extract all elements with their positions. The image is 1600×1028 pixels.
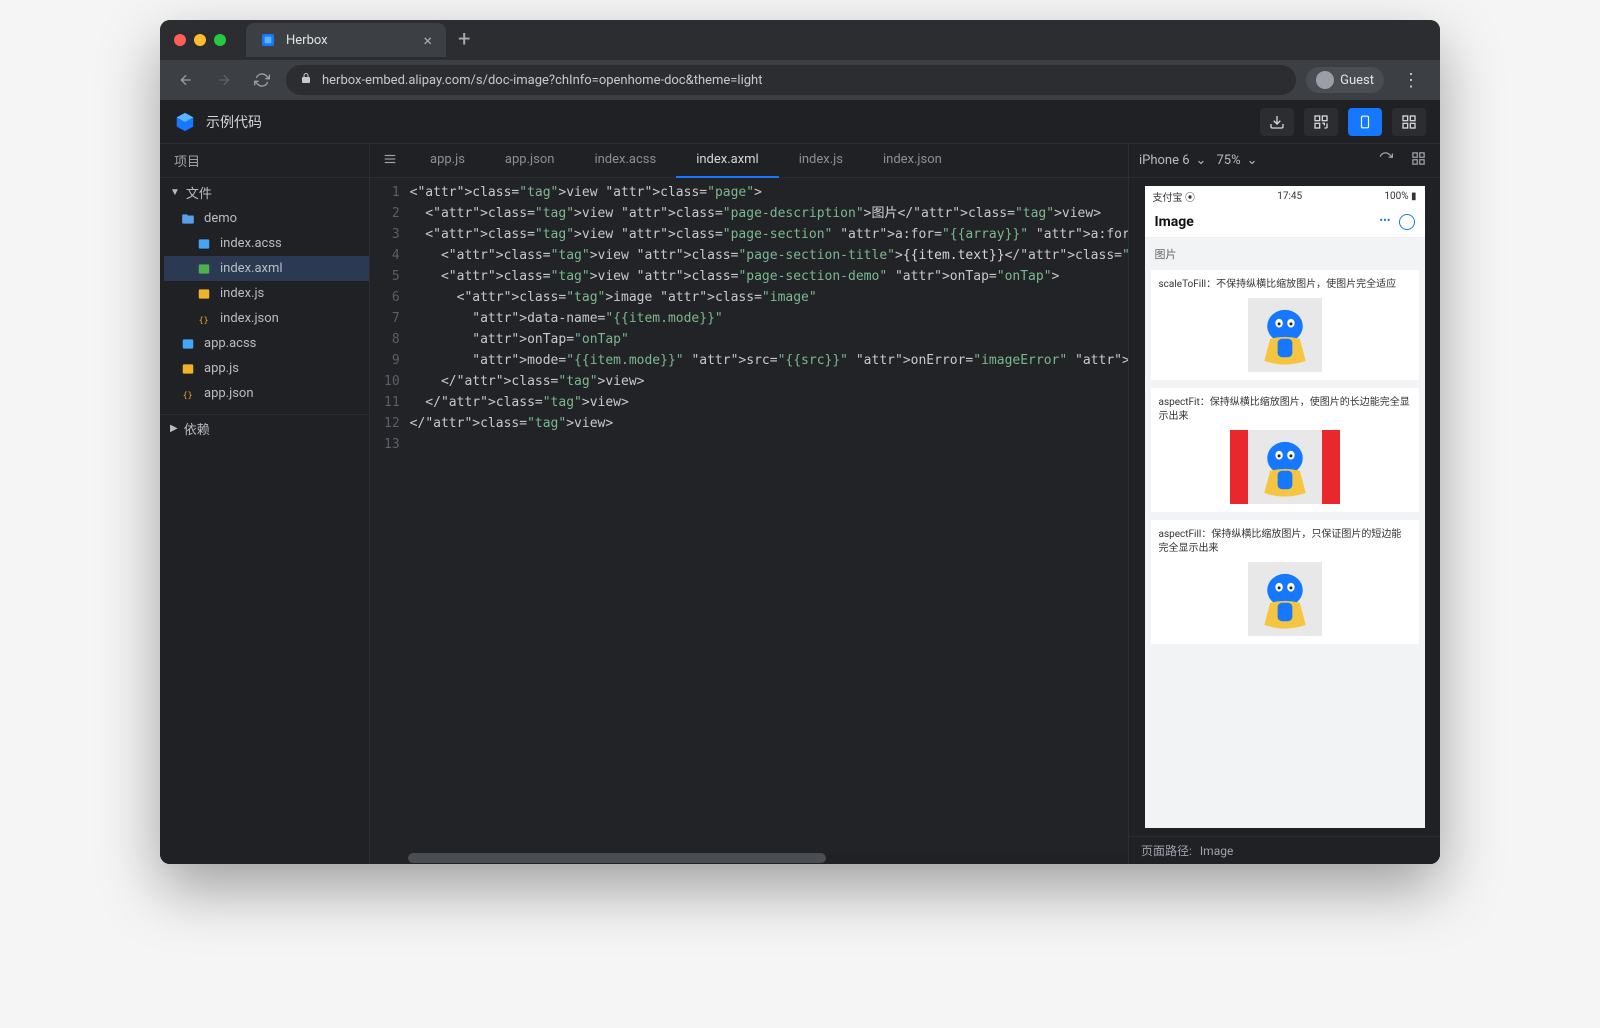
file-app-acss[interactable]: app.acss: [164, 331, 369, 356]
tab-index-axml[interactable]: index.axml: [676, 144, 779, 178]
grid-button[interactable]: [1392, 108, 1426, 136]
image-card: aspectFit：保持纵横比缩放图片，使图片的长边能完全显示出来: [1151, 388, 1419, 512]
js-icon: [180, 361, 196, 377]
editor-tabbar: app.js app.json index.acss index.axml in…: [370, 144, 1128, 178]
app-logo-icon: [174, 111, 196, 133]
code-editor[interactable]: 12345678910111213 <"attr">class="tag">vi…: [370, 178, 1128, 852]
deps-label: 依赖: [184, 419, 210, 438]
app-header: 示例代码: [160, 100, 1440, 144]
browser-tab[interactable]: Herbox ×: [246, 23, 446, 57]
image-card: aspectFill：保持纵横比缩放图片，只保证图片的短边能完全显示出来: [1151, 520, 1419, 644]
image-card: scaleToFill：不保持纵横比缩放图片，使图片完全适应: [1151, 270, 1419, 380]
image-demo: [1248, 562, 1322, 636]
preview-panel: iPhone 6 ⌄ 75% ⌄ 支付宝 ⦿ 17:45 100% ▮ Imag…: [1128, 144, 1440, 864]
more-icon: •••: [1379, 214, 1390, 230]
sidebar: 项目 ▼ 文件 demo index.acss index.axml: [160, 144, 370, 864]
close-tab-icon[interactable]: ×: [423, 31, 432, 50]
line-gutter: 12345678910111213: [370, 178, 410, 852]
editor-area: app.js app.json index.acss index.axml in…: [370, 144, 1128, 864]
url-bar[interactable]: herbox-embed.alipay.com/s/doc-image?chIn…: [286, 65, 1296, 95]
preview-toolbar: iPhone 6 ⌄ 75% ⌄: [1129, 144, 1440, 178]
target-icon: [1399, 214, 1415, 230]
file-index-axml[interactable]: index.axml: [164, 256, 369, 281]
image-cards: scaleToFill：不保持纵横比缩放图片，使图片完全适应aspectFit：…: [1145, 270, 1425, 652]
tab-title: Herbox: [286, 33, 413, 48]
window-controls: [174, 34, 226, 46]
folder-demo[interactable]: demo: [164, 206, 369, 231]
file-app-json[interactable]: {} app.json: [164, 381, 369, 406]
app-title: 示例代码: [206, 112, 1250, 132]
phone-frame: 支付宝 ⦿ 17:45 100% ▮ Image ••• 图片 scaleToF…: [1145, 186, 1425, 828]
back-button[interactable]: [172, 68, 200, 92]
files-section[interactable]: ▼ 文件: [160, 178, 369, 206]
layout-button[interactable]: [1407, 149, 1430, 172]
file-index-json[interactable]: {} index.json: [164, 306, 369, 331]
qrcode-button[interactable]: [1304, 108, 1338, 136]
phone-navbar: Image •••: [1145, 206, 1425, 238]
forward-button[interactable]: [210, 68, 238, 92]
tab-index-js[interactable]: index.js: [779, 144, 863, 178]
download-button[interactable]: [1260, 108, 1294, 136]
chevron-down-icon: ⌄: [1247, 153, 1258, 168]
horizontal-scrollbar[interactable]: [408, 852, 1128, 864]
axml-icon: [196, 261, 212, 277]
titlebar: Herbox × +: [160, 20, 1440, 60]
phone-preview-button[interactable]: [1348, 108, 1382, 136]
folder-label: demo: [204, 211, 237, 226]
browser-window: Herbox × + herbox-embed.alipay.com/s/doc…: [160, 20, 1440, 864]
scrollbar-thumb[interactable]: [408, 853, 826, 863]
tab-index-acss[interactable]: index.acss: [574, 144, 676, 178]
tab-app-js[interactable]: app.js: [410, 144, 485, 178]
json-icon: {}: [180, 386, 196, 402]
more-menu-button[interactable]: ⋮: [1394, 66, 1428, 95]
reload-button[interactable]: [248, 68, 276, 92]
profile-label: Guest: [1340, 73, 1374, 88]
folder-icon: [180, 211, 196, 227]
ide-body: 项目 ▼ 文件 demo index.acss index.axml: [160, 144, 1440, 864]
navbar-options[interactable]: •••: [1379, 214, 1414, 230]
url-text: herbox-embed.alipay.com/s/doc-image?chIn…: [322, 73, 762, 88]
refresh-button[interactable]: [1374, 149, 1397, 172]
favicon-icon: [260, 32, 276, 48]
page-title: Image: [1155, 214, 1380, 230]
chevron-down-icon: ⌄: [1196, 153, 1207, 168]
device-select[interactable]: iPhone 6 ⌄: [1139, 153, 1206, 168]
files-label: 文件: [186, 183, 212, 202]
zoom-select[interactable]: 75% ⌄: [1216, 153, 1257, 168]
new-tab-button[interactable]: +: [458, 29, 470, 51]
code-content: <"attr">class="tag">view "attr">class="p…: [410, 178, 1128, 852]
phone-status-bar: 支付宝 ⦿ 17:45 100% ▮: [1145, 186, 1425, 206]
close-window-button[interactable]: [174, 34, 186, 46]
avatar-icon: [1316, 71, 1334, 89]
deps-section[interactable]: ▶ 依赖: [160, 414, 369, 442]
file-app-js[interactable]: app.js: [164, 356, 369, 381]
css-icon: [196, 236, 212, 252]
caret-down-icon: ▼: [170, 187, 180, 198]
js-icon: [196, 286, 212, 302]
caret-right-icon: ▶: [170, 423, 178, 434]
file-tree: demo index.acss index.axml index.js {} i…: [160, 206, 369, 406]
css-icon: [180, 336, 196, 352]
lock-icon: [300, 72, 312, 88]
image-demo: [1248, 298, 1322, 372]
json-icon: {}: [196, 311, 212, 327]
page-description: 图片: [1145, 238, 1425, 270]
tab-app-json[interactable]: app.json: [485, 144, 575, 178]
phone-preview: 支付宝 ⦿ 17:45 100% ▮ Image ••• 图片 scaleToF…: [1129, 178, 1440, 836]
image-demo: [1230, 430, 1340, 504]
address-bar-row: herbox-embed.alipay.com/s/doc-image?chIn…: [160, 60, 1440, 100]
preview-footer: 页面路径: Image: [1129, 836, 1440, 864]
project-section-label: 项目: [160, 144, 369, 178]
file-index-acss[interactable]: index.acss: [164, 231, 369, 256]
file-index-js[interactable]: index.js: [164, 281, 369, 306]
svg-text:{}: {}: [183, 389, 193, 399]
minimize-window-button[interactable]: [194, 34, 206, 46]
tab-index-json[interactable]: index.json: [863, 144, 962, 178]
svg-text:{}: {}: [199, 314, 209, 324]
hamburger-icon[interactable]: [370, 151, 410, 170]
maximize-window-button[interactable]: [214, 34, 226, 46]
profile-button[interactable]: Guest: [1306, 67, 1384, 93]
